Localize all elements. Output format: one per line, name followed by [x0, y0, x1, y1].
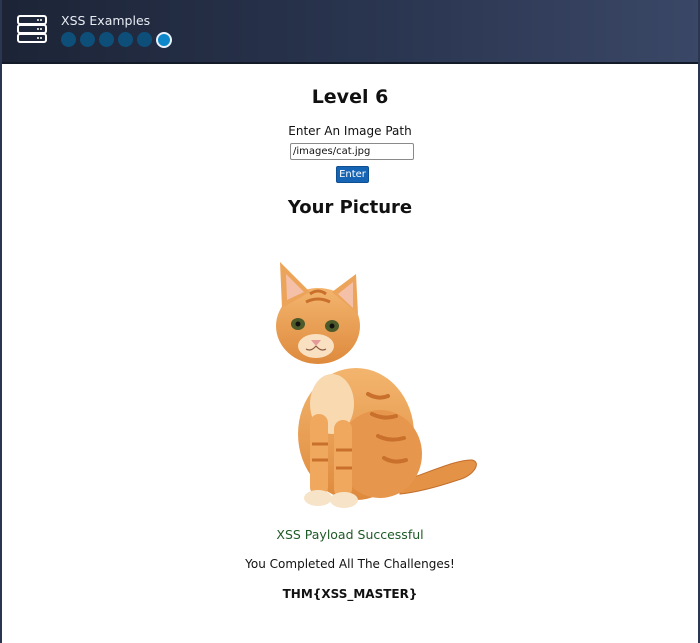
level-dot-6-current[interactable]: [156, 32, 172, 48]
level-dot-2[interactable]: [80, 32, 95, 47]
top-bar: XSS Examples: [0, 0, 700, 64]
level-progress: [61, 32, 172, 48]
level-dot-4[interactable]: [118, 32, 133, 47]
image-path-input[interactable]: [290, 143, 414, 160]
app-title: XSS Examples: [61, 13, 151, 28]
level-dot-5[interactable]: [137, 32, 152, 47]
level-title: Level 6: [311, 86, 389, 108]
flag-text: THM{XSS_MASTER}: [282, 587, 418, 601]
image-path-label: Enter An Image Path: [288, 124, 412, 138]
enter-button[interactable]: Enter: [336, 166, 369, 183]
payload-status: XSS Payload Successful: [276, 527, 424, 542]
level-dot-3[interactable]: [99, 32, 114, 47]
completion-message: You Completed All The Challenges!: [245, 557, 455, 571]
orange-kitten-image: [276, 262, 477, 508]
picture-heading: Your Picture: [287, 197, 413, 218]
level-dot-1[interactable]: [61, 32, 76, 47]
server-rack-icon: [17, 15, 47, 43]
